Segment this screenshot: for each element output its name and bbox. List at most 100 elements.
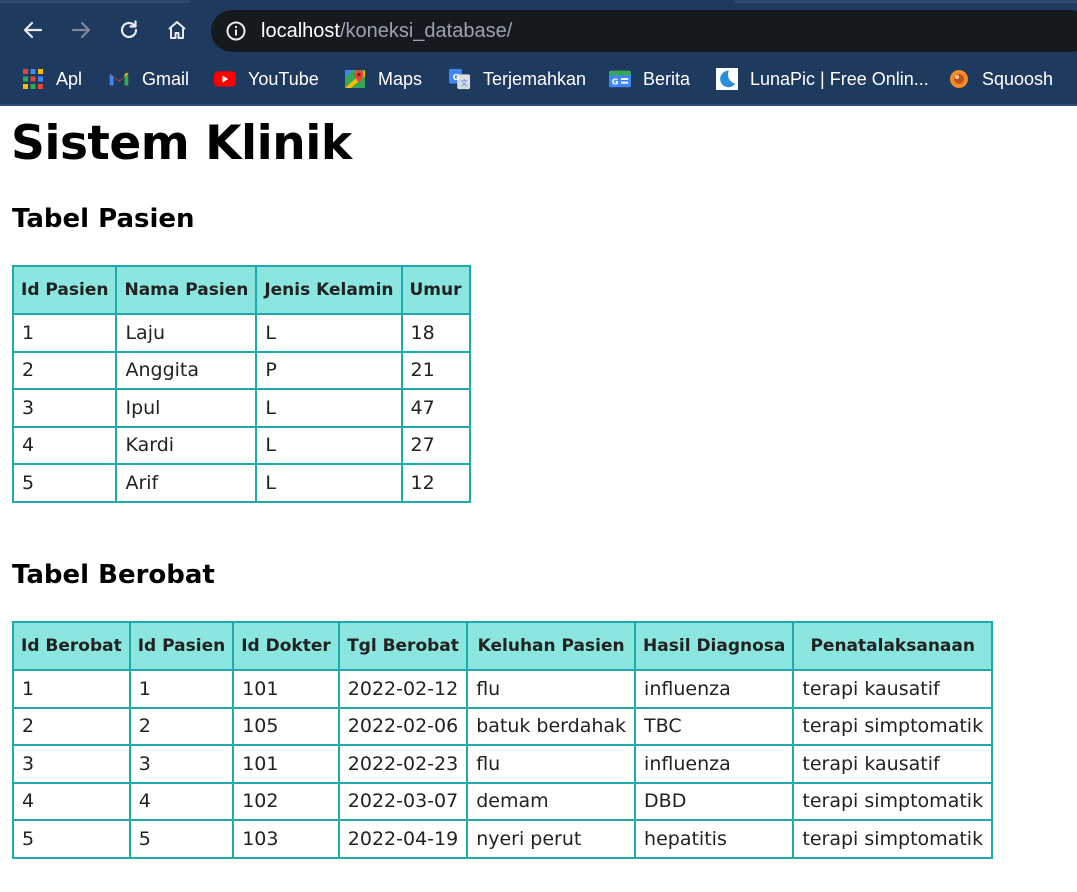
bookmark-squoosh[interactable]: Squoosh xyxy=(948,64,1053,94)
home-icon xyxy=(168,21,186,39)
table-cell: Anggita xyxy=(115,350,258,390)
table-cell: 101 xyxy=(232,744,340,784)
table-cell: terapi simptomatik xyxy=(792,781,994,821)
table-cell: terapi kausatif xyxy=(792,744,994,784)
svg-text:G: G xyxy=(453,72,460,82)
tab-strip-edge xyxy=(0,0,190,3)
bookmark-label: Terjemahkan xyxy=(483,68,587,89)
back-button[interactable] xyxy=(15,12,51,48)
forward-arrow-icon xyxy=(71,21,91,39)
url-text: localhost/koneksi_database/ xyxy=(261,19,512,43)
table-cell: batuk berdahak xyxy=(466,706,637,746)
table-cell: 2022-02-06 xyxy=(337,706,469,746)
pasien-table-heading: Tabel Pasien xyxy=(12,204,195,234)
table-row: 2 2 105 2022-02-06 batuk berdahak TBC te… xyxy=(12,706,994,746)
table-cell: terapi simptomatik xyxy=(792,706,994,746)
table-cell: 21 xyxy=(400,350,471,390)
table-header-row: Id Berobat Id Pasien Id Dokter Tgl Berob… xyxy=(12,621,994,671)
site-info-icon[interactable] xyxy=(225,20,247,42)
table-cell: 3 xyxy=(128,744,235,784)
bookmark-youtube[interactable]: YouTube xyxy=(214,64,319,94)
table-cell: 2022-02-12 xyxy=(337,669,469,709)
squoosh-icon xyxy=(948,68,970,90)
table-cell: flu xyxy=(466,744,637,784)
table-row: 4 4 102 2022-03-07 demam DBD terapi simp… xyxy=(12,781,994,821)
table-cell: terapi kausatif xyxy=(792,669,994,709)
youtube-icon xyxy=(214,68,236,90)
url-host: localhost xyxy=(261,20,340,42)
table-cell: nyeri perut xyxy=(466,819,637,859)
bookmark-gmail[interactable]: Gmail xyxy=(108,64,189,94)
table-row: 1 Laju L 18 xyxy=(11,313,471,353)
bookmark-label: Apl xyxy=(56,68,83,89)
bookmark-lunapic[interactable]: LunaPic | Free Onlin... xyxy=(716,64,929,94)
column-header: Keluhan Pasien xyxy=(466,621,637,671)
page-title: Sistem Klinik xyxy=(11,116,352,171)
maps-icon xyxy=(344,68,366,90)
table-row: 3 Ipul L 47 xyxy=(11,388,471,428)
bookmark-label: Gmail xyxy=(142,68,190,89)
table-cell: 5 xyxy=(128,819,235,859)
column-header: Id Berobat xyxy=(12,621,131,671)
table-cell: 4 xyxy=(11,425,118,465)
column-header: Id Pasien xyxy=(11,265,118,315)
column-header: Nama Pasien xyxy=(115,265,258,315)
back-arrow-icon xyxy=(23,21,43,39)
page-content: Sistem Klinik Tabel Pasien Id Pasien Nam… xyxy=(0,106,1077,892)
table-cell: 5 xyxy=(11,463,118,503)
table-cell: influenza xyxy=(634,744,795,784)
bookmark-terjemahkan[interactable]: G 文 Terjemahkan xyxy=(449,64,586,94)
table-cell: P xyxy=(255,350,403,390)
table-cell: Laju xyxy=(115,313,258,353)
table-cell: 105 xyxy=(232,706,340,746)
table-cell: 2022-02-23 xyxy=(337,744,469,784)
forward-button[interactable] xyxy=(63,12,99,48)
bookmark-label: Berita xyxy=(643,68,691,89)
bookmark-apl[interactable]: Apl xyxy=(22,64,82,94)
table-cell: 47 xyxy=(400,388,471,428)
table-cell: terapi simptomatik xyxy=(792,819,994,859)
table-cell: 3 xyxy=(11,388,118,428)
table-cell: 18 xyxy=(400,313,471,353)
bookmark-maps[interactable]: Maps xyxy=(344,64,422,94)
lunapic-icon xyxy=(716,68,738,90)
column-header: Tgl Berobat xyxy=(337,621,469,671)
table-cell: influenza xyxy=(634,669,795,709)
table-cell: 101 xyxy=(232,669,340,709)
bookmark-berita[interactable]: G Berita xyxy=(609,64,690,94)
table-cell: 1 xyxy=(128,669,235,709)
pasien-table: Id Pasien Nama Pasien Jenis Kelamin Umur… xyxy=(11,265,471,503)
berobat-table-heading: Tabel Berobat xyxy=(12,560,215,590)
reload-button[interactable] xyxy=(111,12,147,48)
table-cell: 1 xyxy=(12,669,131,709)
column-header: Hasil Diagnosa xyxy=(634,621,795,671)
table-cell: TBC xyxy=(634,706,795,746)
table-cell: Ipul xyxy=(115,388,258,428)
address-bar[interactable]: localhost/koneksi_database/ xyxy=(211,10,1077,52)
bookmark-label: Squoosh xyxy=(982,68,1054,89)
table-cell: L xyxy=(255,463,403,503)
column-header: Jenis Kelamin xyxy=(255,265,403,315)
browser-chrome: localhost/koneksi_database/ Apl Gmail Yo… xyxy=(0,0,1077,106)
svg-text:文: 文 xyxy=(460,78,468,87)
table-cell: L xyxy=(255,313,403,353)
table-cell: 102 xyxy=(232,781,340,821)
table-cell: DBD xyxy=(634,781,795,821)
table-row: 4 Kardi L 27 xyxy=(11,425,471,465)
table-header-row: Id Pasien Nama Pasien Jenis Kelamin Umur xyxy=(11,265,471,315)
table-cell: 4 xyxy=(128,781,235,821)
bookmark-label: LunaPic | Free Onlin... xyxy=(750,68,929,89)
url-path: /koneksi_database/ xyxy=(339,20,513,42)
table-cell: 2022-04-19 xyxy=(337,819,469,859)
table-cell: 2 xyxy=(12,706,131,746)
reload-icon xyxy=(120,20,138,39)
table-cell: Kardi xyxy=(115,425,258,465)
news-icon: G xyxy=(609,68,631,90)
svg-text:G: G xyxy=(612,77,619,87)
table-cell: 27 xyxy=(400,425,471,465)
table-cell: 12 xyxy=(400,463,471,503)
table-cell: flu xyxy=(466,669,637,709)
table-cell: 1 xyxy=(11,313,118,353)
table-cell: demam xyxy=(466,781,637,821)
home-button[interactable] xyxy=(159,12,195,48)
